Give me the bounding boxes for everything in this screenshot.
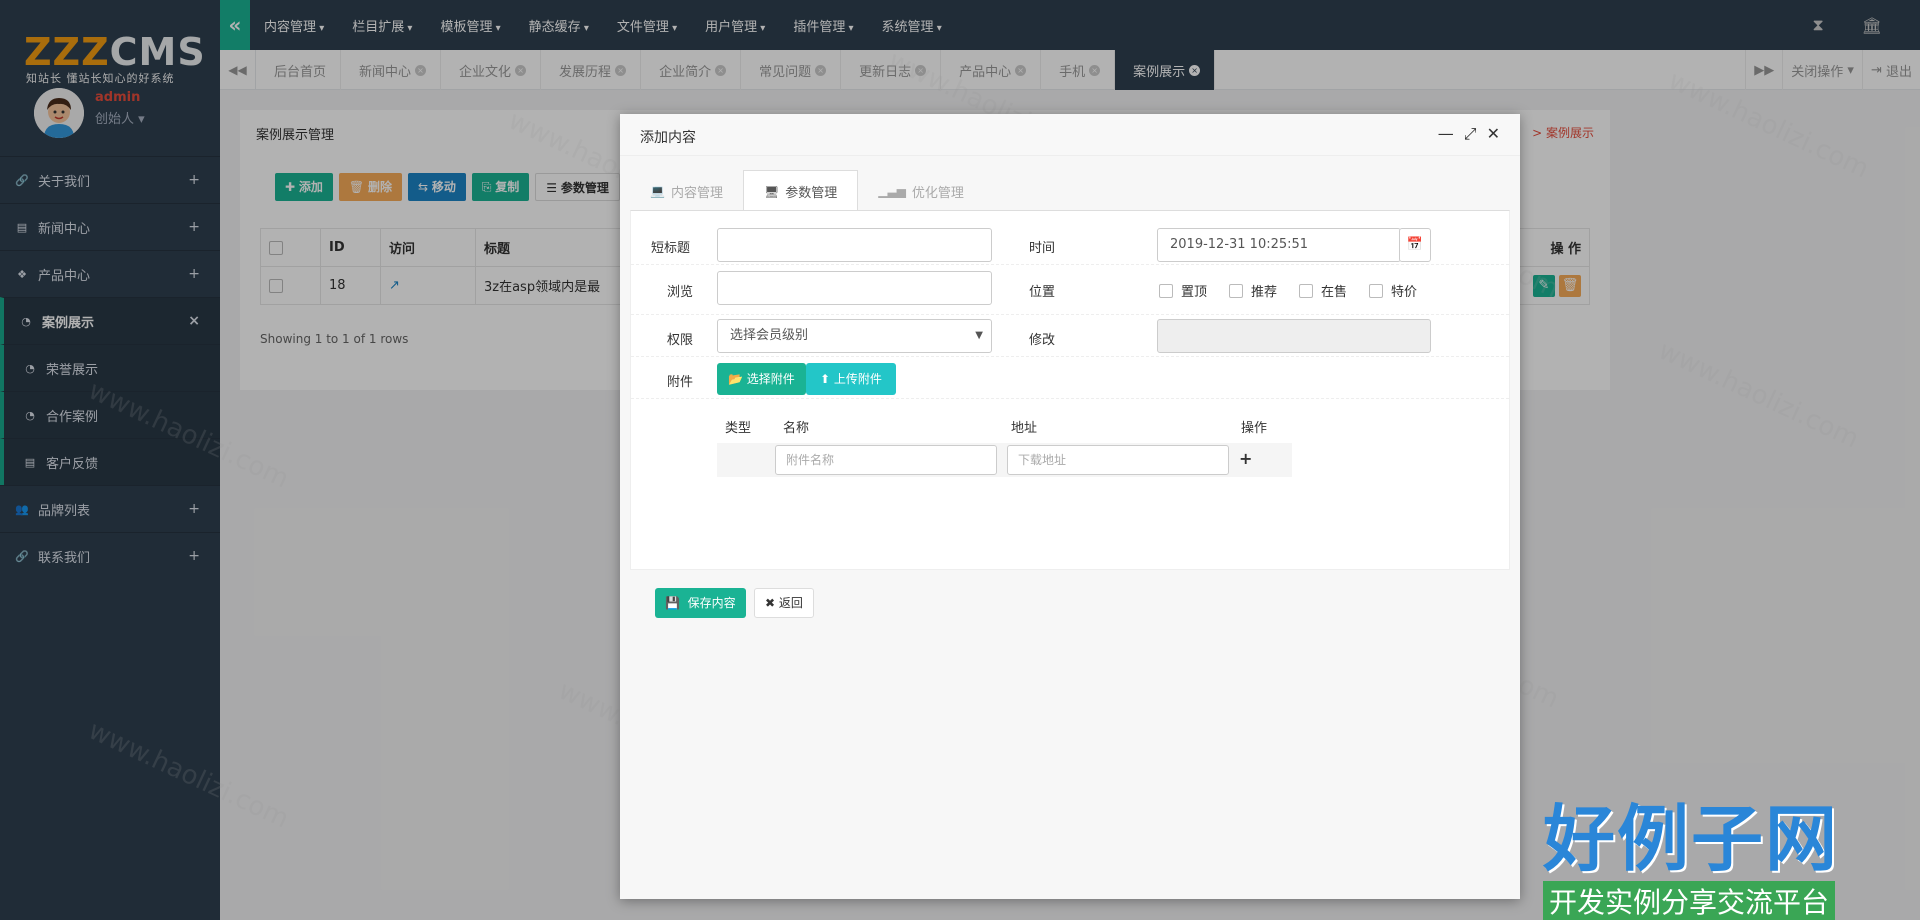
attachment-url-input[interactable]: 下载地址	[1007, 445, 1229, 475]
attachment-name-input[interactable]: 附件名称	[775, 445, 997, 475]
save-content-button[interactable]: 💾 保存内容	[655, 588, 746, 618]
tab-parameter-management[interactable]: 🖥 参数管理	[742, 170, 859, 212]
back-button[interactable]: ✖ 返回	[754, 588, 814, 618]
signal-icon: ▁▃▅	[878, 184, 906, 198]
close-icon[interactable]: ✕	[1487, 124, 1500, 144]
form-row: 短标题 时间 2019-12-31 10:25:51 📅	[631, 223, 1509, 265]
x-icon: ✖	[765, 596, 776, 610]
modal-tabs: 💻 内容管理 🖥 参数管理 ▁▃▅ 优化管理	[630, 170, 984, 212]
short-title-input[interactable]	[717, 228, 992, 262]
chevron-down-icon: ▼	[975, 330, 983, 341]
minimize-icon[interactable]: —	[1438, 124, 1454, 144]
folder-icon: 📂	[728, 372, 743, 386]
checkbox-top[interactable]: 置顶	[1159, 281, 1207, 300]
select-attachment-button[interactable]: 📂 选择附件	[717, 363, 806, 395]
modal-title: 添加内容	[640, 130, 696, 146]
tab-seo-management[interactable]: ▁▃▅ 优化管理	[858, 170, 984, 212]
permission-select[interactable]: 选择会员级别 ▼	[717, 319, 992, 353]
monitor-icon: 🖥	[763, 184, 780, 199]
checkbox-onsale[interactable]: 在售	[1299, 281, 1347, 300]
tab-content-management[interactable]: 💻 内容管理	[630, 170, 743, 212]
calendar-icon[interactable]: 📅	[1399, 228, 1431, 262]
views-input[interactable]	[717, 271, 992, 305]
time-input[interactable]: 2019-12-31 10:25:51	[1157, 228, 1401, 262]
attachment-row: 附件名称 下载地址 +	[717, 443, 1292, 477]
add-row-icon[interactable]: +	[1239, 449, 1252, 468]
checkbox-special[interactable]: 特价	[1369, 281, 1417, 300]
maximize-icon[interactable]: ⤢	[1464, 124, 1477, 144]
checkbox-recommend[interactable]: 推荐	[1229, 281, 1277, 300]
form-row: 浏览 位置 置顶 推荐 在售 特价	[631, 265, 1509, 315]
upload-attachment-button[interactable]: ⬆ 上传附件	[806, 363, 896, 395]
modal-controls: — ⤢ ✕	[1428, 124, 1500, 144]
attachment-table-header: 类型 名称 地址 操作	[725, 420, 1268, 436]
modal-header: 添加内容 — ⤢ ✕	[620, 114, 1520, 156]
upload-icon: ⬆	[820, 372, 831, 386]
save-icon: 💾	[665, 596, 680, 610]
parameter-form: 短标题 时间 2019-12-31 10:25:51 📅 浏览 位置 置顶 推荐…	[630, 210, 1510, 570]
add-content-modal: 添加内容 — ⤢ ✕ 💻 内容管理 🖥 参数管理 ▁▃▅ 优化管理 短标题 时间 20…	[620, 114, 1520, 899]
laptop-icon: 💻	[650, 184, 665, 198]
form-row: 权限 选择会员级别 ▼ 修改	[631, 315, 1509, 357]
attachment-table: 类型 名称 地址 操作 附件名称 下载地址 +	[717, 409, 1292, 477]
position-checkboxes: 置顶 推荐 在售 特价	[1159, 281, 1439, 300]
brand-watermark: 好例子网 开发实例分享交流平台	[1543, 796, 1840, 920]
modify-input	[1157, 319, 1431, 353]
form-row: 附件 📂 选择附件 ⬆ 上传附件	[631, 357, 1509, 399]
